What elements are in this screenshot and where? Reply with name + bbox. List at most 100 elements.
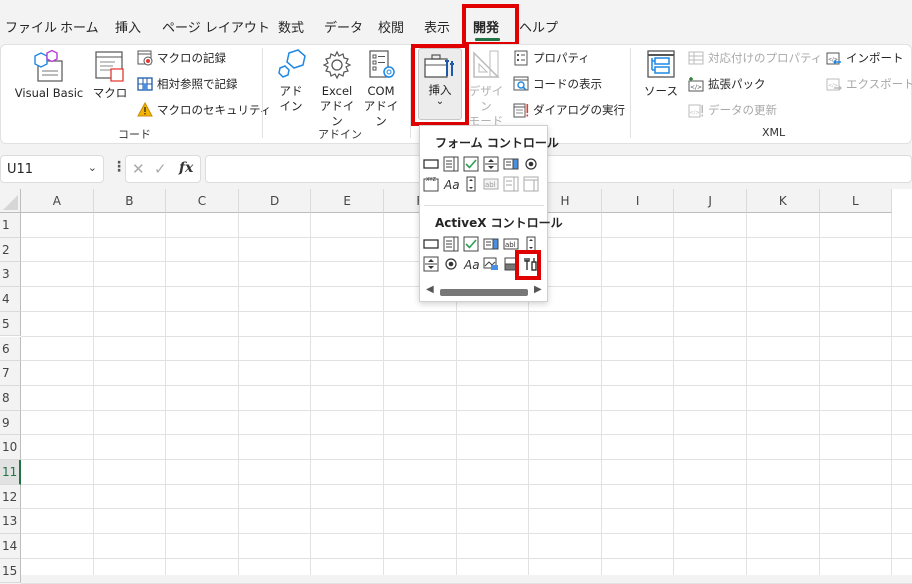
combo-box-icon (443, 156, 459, 172)
column-header-k[interactable]: K (747, 189, 820, 213)
scroll-left-icon[interactable]: ◀ (426, 284, 434, 295)
row-header-15[interactable]: 15 (0, 558, 21, 584)
import-label: インポート (846, 51, 904, 65)
cancel-icon[interactable]: ✕ (132, 160, 145, 178)
row-header-5[interactable]: 5 (0, 311, 21, 337)
tab-review[interactable]: 校閲 (378, 17, 404, 36)
macro-security-button[interactable]: マクロのセキュリティ (137, 101, 271, 119)
chevron-down-icon[interactable]: ⌄ (88, 161, 97, 174)
run-dialog-label: ダイアログの実行 (533, 103, 625, 117)
scrollbar-thumb[interactable] (440, 289, 528, 296)
tab-file[interactable]: ファイル (5, 17, 57, 36)
enter-icon[interactable]: ✓ (154, 160, 167, 178)
svg-text:XYZ: XYZ (426, 177, 436, 183)
map-properties-icon (688, 51, 704, 65)
column-header-l[interactable]: L (819, 189, 893, 213)
form-combo-drop-down-edit-control[interactable] (523, 176, 539, 192)
tab-formulas[interactable]: 数式 (278, 17, 304, 36)
activex-spin-button-control[interactable] (423, 256, 439, 272)
gridline (21, 310, 912, 312)
form-label-control[interactable]: Aa (443, 176, 460, 192)
column-header-c[interactable]: C (166, 189, 239, 213)
form-option-button-control[interactable] (523, 156, 539, 172)
activex-list-box-control[interactable] (483, 236, 499, 252)
excel-addins-button[interactable]: Excel アドイン (316, 49, 358, 129)
row-header-3[interactable]: 3 (0, 262, 21, 288)
scroll-right-icon[interactable]: ▶ (534, 284, 542, 295)
group-box-icon: XYZ (423, 177, 439, 192)
row-header-11[interactable]: 11 (0, 460, 21, 485)
formula-buttons: ✕ ✓ fx (125, 155, 201, 183)
macro-icon (95, 51, 124, 82)
column-header-d[interactable]: D (238, 189, 312, 213)
macro-button[interactable]: マクロ (92, 49, 128, 101)
com-addins-button[interactable]: COM アドイン (360, 49, 402, 129)
row-header-4[interactable]: 4 (0, 287, 21, 312)
activex-command-button-control[interactable] (423, 236, 439, 252)
tab-help[interactable]: ヘルプ (519, 17, 558, 36)
form-list-box-control[interactable] (503, 156, 519, 172)
row-header-1[interactable]: 1 (0, 213, 21, 238)
row-header-10[interactable]: 10 (0, 435, 21, 460)
export-label: エクスポート (846, 77, 912, 91)
row-header-2[interactable]: 2 (0, 237, 21, 263)
view-code-button[interactable]: コードの表示 (513, 75, 602, 93)
popup-horizontal-scrollbar[interactable]: ◀ ▶ (424, 284, 544, 298)
refresh-data-button[interactable]: </> データの更新 (688, 101, 777, 119)
form-check-box-control[interactable] (463, 156, 479, 172)
import-button[interactable]: </> インポート (826, 49, 904, 67)
name-box[interactable]: U11 ⌄ (0, 155, 104, 183)
activex-combo-box-control[interactable] (443, 236, 459, 252)
map-properties-button[interactable]: 対応付けのプロパティ (688, 49, 822, 67)
properties-button[interactable]: プロパティ (513, 49, 590, 67)
row-header-8[interactable]: 8 (0, 385, 21, 411)
view-code-icon (513, 76, 529, 91)
form-spin-button-control[interactable] (483, 156, 499, 172)
tab-data[interactable]: データ (324, 17, 363, 36)
warning-icon (137, 102, 153, 117)
row-header-13[interactable]: 13 (0, 509, 21, 535)
form-button-control[interactable] (423, 156, 439, 172)
relative-reference-button[interactable]: 相対参照で記録 (137, 75, 238, 93)
column-header-i[interactable]: I (601, 189, 675, 213)
tab-view[interactable]: 表示 (424, 17, 450, 36)
select-all-button[interactable] (0, 189, 21, 213)
xml-group-label: XML (762, 126, 786, 139)
tab-home[interactable]: ホーム (60, 17, 99, 36)
export-button[interactable]: </> エクスポート (826, 75, 912, 93)
tab-page-layout[interactable]: ページ レイアウト (162, 17, 270, 36)
design-mode-button[interactable]: デザイン モード (464, 49, 508, 129)
menu-bar: ファイル ホーム 挿入 ページ レイアウト 数式 データ 校閲 表示 開発 ヘル… (0, 0, 912, 44)
row-header-14[interactable]: 14 (0, 534, 21, 559)
activex-option-button-control[interactable] (443, 256, 459, 272)
row-header-6[interactable]: 6 (0, 336, 21, 362)
tab-insert[interactable]: 挿入 (115, 17, 141, 36)
column-header-b[interactable]: B (93, 189, 167, 213)
more-options-icon[interactable]: ⋮ (112, 159, 126, 175)
row-header-12[interactable]: 12 (0, 484, 21, 510)
combo-box-icon (443, 236, 459, 252)
form-combo-box-control[interactable] (443, 156, 459, 172)
run-dialog-button[interactable]: ダイアログの実行 (513, 101, 625, 119)
column-header-j[interactable]: J (674, 189, 747, 213)
activex-image-control[interactable] (483, 256, 499, 272)
export-icon: </> (826, 78, 842, 91)
expansion-packs-button[interactable]: </> 拡張パック (688, 75, 766, 93)
form-scroll-bar-control[interactable] (463, 176, 479, 192)
addins-button[interactable]: アド イン (276, 49, 306, 114)
button-icon (423, 159, 439, 169)
form-combo-list-edit-control[interactable] (503, 176, 519, 192)
record-macro-button[interactable]: マクロの記録 (137, 49, 226, 67)
formula-input[interactable] (205, 155, 912, 183)
activex-label-control[interactable]: Aa (463, 256, 480, 272)
row-header-9[interactable]: 9 (0, 410, 21, 436)
column-header-a[interactable]: A (21, 189, 94, 213)
column-header-e[interactable]: E (311, 189, 384, 213)
activex-check-box-control[interactable] (463, 236, 479, 252)
row-header-7[interactable]: 7 (0, 361, 21, 386)
xml-source-button[interactable]: ソース (640, 49, 682, 99)
form-text-field-control[interactable]: abl (483, 176, 499, 192)
insert-function-icon[interactable]: fx (179, 160, 193, 176)
form-group-box-control[interactable]: XYZ (423, 176, 439, 192)
visual-basic-button[interactable]: Visual Basic (10, 49, 88, 101)
